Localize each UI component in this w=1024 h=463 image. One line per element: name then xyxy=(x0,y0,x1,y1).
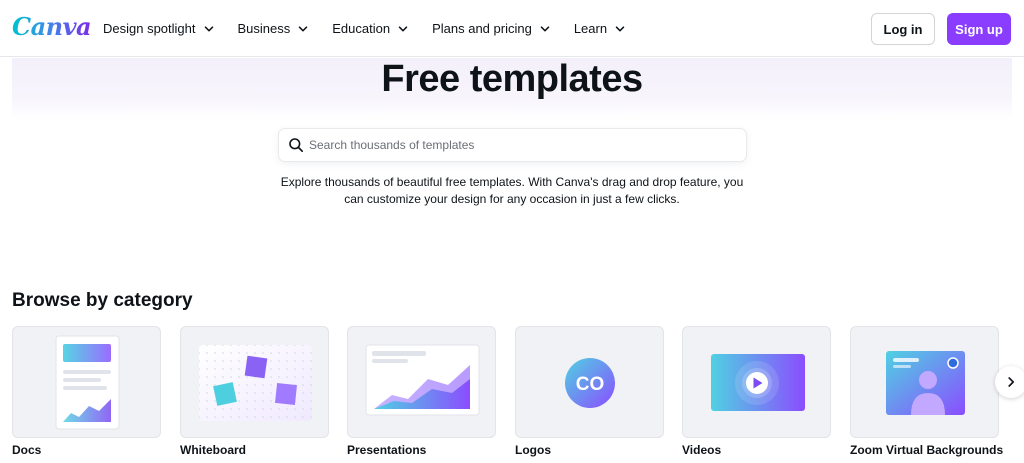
nav-plans-and-pricing[interactable]: Plans and pricing xyxy=(432,21,550,36)
category-card-videos[interactable] xyxy=(682,326,831,438)
nav-label: Education xyxy=(332,21,391,36)
hero-description: Explore thousands of beautiful free temp… xyxy=(280,175,744,206)
canva-logo[interactable]: Canva xyxy=(12,12,92,41)
category-card-docs[interactable] xyxy=(12,326,161,438)
main-nav: Design spotlight Business Education Plan… xyxy=(103,0,649,57)
chevron-down-icon xyxy=(204,25,213,31)
category-label[interactable]: Presentations xyxy=(347,443,426,457)
chevron-down-icon xyxy=(540,25,550,31)
nav-learn[interactable]: Learn xyxy=(574,21,625,36)
section-title: Browse by category xyxy=(12,290,193,311)
category-card-whiteboard[interactable] xyxy=(180,326,329,438)
chevron-down-icon xyxy=(299,25,308,31)
nav-label: Learn xyxy=(573,21,608,36)
logos-illustration-icon: CO xyxy=(565,358,615,408)
category-label[interactable]: Whiteboard xyxy=(180,443,246,457)
chevron-right-icon xyxy=(1008,377,1014,387)
chevron-down-icon xyxy=(615,25,625,31)
category-label[interactable]: Videos xyxy=(682,443,721,457)
nav-label: Business xyxy=(237,21,291,36)
category-card-presentations[interactable] xyxy=(347,326,496,438)
category-card-logos[interactable]: CO xyxy=(515,326,664,438)
category-label[interactable]: Docs xyxy=(12,443,41,457)
nav-education[interactable]: Education xyxy=(332,21,408,36)
nav-label: Plans and pricing xyxy=(432,21,532,36)
whiteboard-illustration-icon xyxy=(199,345,312,421)
logo-mark-text: CO xyxy=(576,374,605,395)
carousel-next-button[interactable] xyxy=(995,366,1024,398)
chevron-down-icon xyxy=(398,25,408,31)
presentations-illustration-icon xyxy=(365,344,480,416)
search-input[interactable] xyxy=(309,129,739,161)
template-search-bar[interactable] xyxy=(279,129,746,161)
docs-illustration-icon xyxy=(55,335,120,430)
videos-illustration-icon xyxy=(711,354,805,411)
signup-button[interactable]: Sign up xyxy=(947,13,1011,45)
site-header: Canva Design spotlight Business Educatio… xyxy=(0,0,1024,57)
search-icon[interactable] xyxy=(288,137,304,153)
nav-design-spotlight[interactable]: Design spotlight xyxy=(103,21,214,36)
nav-label: Design spotlight xyxy=(103,21,196,36)
category-card-zoom-backgrounds[interactable] xyxy=(850,326,999,438)
zoom-background-illustration-icon xyxy=(886,351,965,415)
login-button[interactable]: Log in xyxy=(871,13,935,45)
page-title: Free templates xyxy=(381,58,643,100)
nav-business[interactable]: Business xyxy=(238,21,309,36)
category-label[interactable]: Logos xyxy=(515,443,551,457)
category-label[interactable]: Zoom Virtual Backgrounds xyxy=(850,443,1003,457)
